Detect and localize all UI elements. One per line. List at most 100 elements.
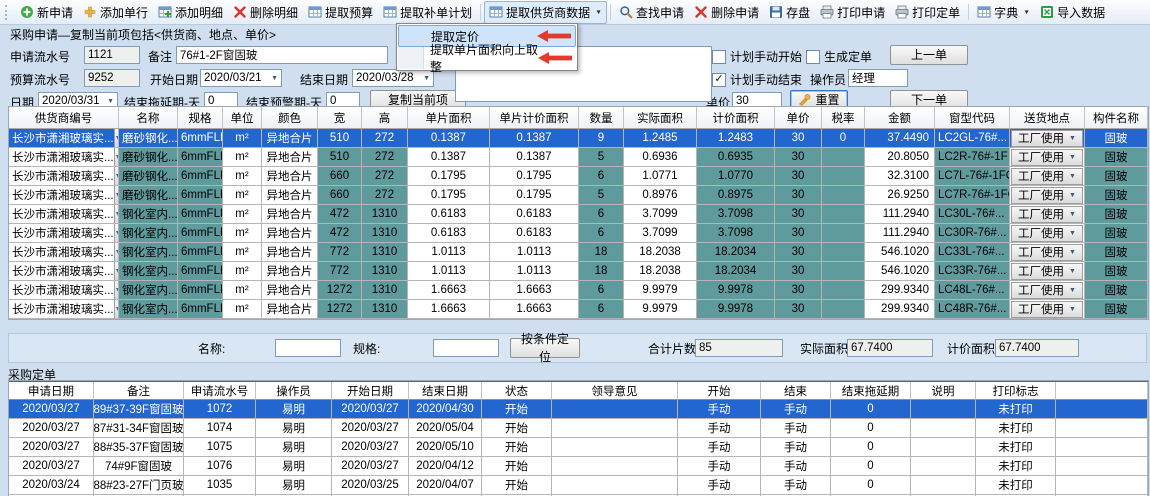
grid-cell[interactable]: 长沙市潇湘玻璃实...▼: [9, 205, 119, 224]
plan-manual-end-checkbox[interactable]: ✓计划手动结束: [712, 71, 802, 88]
column-header[interactable]: 领导意见: [552, 382, 678, 400]
grid-cell[interactable]: 长沙市潇湘玻璃实...▼: [9, 167, 119, 186]
grid-cell[interactable]: 2020/03/27: [332, 419, 409, 438]
grid-cell[interactable]: 660: [318, 186, 362, 205]
grid-cell[interactable]: 钢化室内...: [119, 300, 178, 319]
grid-cell[interactable]: [822, 281, 865, 300]
grid-cell[interactable]: 272: [362, 148, 408, 167]
grid-cell[interactable]: 开始: [482, 457, 552, 476]
grid-cell[interactable]: [552, 438, 678, 457]
column-header[interactable]: 颜色: [262, 107, 318, 129]
grid-cell[interactable]: 272: [362, 129, 408, 148]
grid-cell[interactable]: 1.6663: [408, 300, 490, 319]
grid-cell[interactable]: 异地合片: [262, 129, 318, 148]
delivery-location-combo[interactable]: 工厂使用▼: [1011, 206, 1083, 223]
column-header[interactable]: 结束日期: [409, 382, 482, 400]
grid-cell[interactable]: 6: [579, 224, 624, 243]
grid-cell[interactable]: 1.2485: [624, 129, 697, 148]
grid-cell[interactable]: [822, 148, 865, 167]
grid-cell[interactable]: 30: [775, 148, 822, 167]
grid-cell[interactable]: 手动: [678, 400, 761, 419]
grid-cell[interactable]: 手动: [761, 476, 831, 495]
grid-cell[interactable]: 0.6183: [490, 205, 579, 224]
grid-cell[interactable]: 111.2940: [865, 224, 935, 243]
grid-cell[interactable]: 磨砂钢化...: [119, 167, 178, 186]
grid-cell[interactable]: 0.6936: [624, 148, 697, 167]
grid-cell[interactable]: 异地合片: [262, 205, 318, 224]
grid-cell[interactable]: 1.0113: [408, 262, 490, 281]
chevron-down-icon[interactable]: ▼: [268, 75, 281, 82]
grid-cell[interactable]: 未打印: [976, 400, 1056, 419]
plan-manual-start-checkbox[interactable]: 计划手动开始: [712, 48, 802, 65]
grid-cell[interactable]: [1056, 438, 1148, 457]
grid-cell[interactable]: m²: [223, 167, 262, 186]
grid-cell[interactable]: 异地合片: [262, 167, 318, 186]
chevron-down-icon[interactable]: ▼: [104, 98, 117, 105]
grid-cell[interactable]: 772: [318, 243, 362, 262]
column-header[interactable]: 状态: [482, 382, 552, 400]
table-row[interactable]: 长沙市潇湘玻璃实...▼钢化室内...6mmFLE...m²异地合片127213…: [9, 281, 1148, 300]
grid-cell[interactable]: 异地合片: [262, 300, 318, 319]
grid-cell[interactable]: [822, 186, 865, 205]
grid-cell[interactable]: 9.9979: [624, 281, 697, 300]
extract-unit-area-round-up-menu-item[interactable]: 提取单片面积向上取整: [398, 47, 576, 69]
grid-cell[interactable]: 2020/04/07: [409, 476, 482, 495]
delivery-location-combo[interactable]: 工厂使用▼: [1011, 149, 1083, 166]
column-header[interactable]: 送货地点: [1010, 107, 1085, 129]
locate-by-condition-button[interactable]: 按条件定位: [510, 338, 580, 358]
column-header[interactable]: 开始: [678, 382, 761, 400]
grid-cell[interactable]: 18.2034: [697, 262, 775, 281]
grid-cell[interactable]: LC7L-76#-1FO: [935, 167, 1010, 186]
grid-cell[interactable]: 异地合片: [262, 262, 318, 281]
operator-input[interactable]: [848, 69, 908, 87]
extract-supplier-data-button[interactable]: 提取供货商数据▼: [484, 1, 607, 24]
grid-cell[interactable]: 工厂使用▼: [1010, 262, 1085, 281]
grid-cell[interactable]: 1310: [362, 300, 408, 319]
grid-cell[interactable]: 6mmFLE...: [178, 148, 223, 167]
grid-cell[interactable]: 手动: [678, 476, 761, 495]
end-date-combo[interactable]: 2020/03/28▼: [352, 69, 434, 87]
grid-cell[interactable]: [822, 262, 865, 281]
chevron-down-icon[interactable]: ▼: [420, 75, 433, 82]
grid-cell[interactable]: 2020/03/27: [332, 400, 409, 419]
grid-cell[interactable]: 0.1795: [408, 186, 490, 205]
delivery-location-combo[interactable]: 工厂使用▼: [1011, 130, 1083, 147]
grid-cell[interactable]: 5: [579, 186, 624, 205]
grid-cell[interactable]: 30: [775, 167, 822, 186]
grid-cell[interactable]: 未打印: [976, 476, 1056, 495]
grid-cell[interactable]: 开始: [482, 476, 552, 495]
add-single-row-button[interactable]: 添加单行: [78, 1, 153, 24]
dictionary-button[interactable]: 字典▼: [972, 1, 1035, 24]
table-row[interactable]: 长沙市潇湘玻璃实...▼磨砂钢化...6mmFLE...m²异地合片510272…: [9, 148, 1148, 167]
grid-cell[interactable]: 手动: [761, 400, 831, 419]
grid-cell[interactable]: 30: [775, 243, 822, 262]
grid-cell[interactable]: 手动: [678, 457, 761, 476]
grid-cell[interactable]: 30: [775, 224, 822, 243]
grid-cell[interactable]: 6mmFLE...: [178, 186, 223, 205]
column-header[interactable]: 实际面积: [624, 107, 697, 129]
plan-manual-start-checkbox-box[interactable]: [712, 50, 726, 64]
grid-cell[interactable]: [552, 400, 678, 419]
grid-cell[interactable]: 3.7098: [697, 205, 775, 224]
grid-cell[interactable]: 0.8976: [624, 186, 697, 205]
grid-cell[interactable]: 长沙市潇湘玻璃实...▼: [9, 281, 119, 300]
column-header[interactable]: 供货商编号: [9, 107, 119, 129]
grid-cell[interactable]: m²: [223, 262, 262, 281]
grid-cell[interactable]: 钢化室内...: [119, 205, 178, 224]
grid-cell[interactable]: 工厂使用▼: [1010, 224, 1085, 243]
grid-cell[interactable]: 1.0770: [697, 167, 775, 186]
grid-cell[interactable]: 0.1387: [408, 129, 490, 148]
table-row[interactable]: 长沙市潇湘玻璃实...▼磨砂钢化...6mmFLE...m²异地合片660272…: [9, 186, 1148, 205]
grid-cell[interactable]: 0.6183: [408, 205, 490, 224]
grid-cell[interactable]: 2020/03/25: [332, 476, 409, 495]
grid-cell[interactable]: 0: [831, 457, 911, 476]
grid-cell[interactable]: [822, 167, 865, 186]
table-row[interactable]: 长沙市潇湘玻璃实...▼钢化室内...6mmFLE...m²异地合片472131…: [9, 224, 1148, 243]
grid-cell[interactable]: 异地合片: [262, 243, 318, 262]
column-header[interactable]: 名称: [119, 107, 178, 129]
grid-cell[interactable]: 固玻: [1085, 129, 1148, 148]
column-header[interactable]: 申请日期: [9, 382, 94, 400]
grid-cell[interactable]: 0.1795: [490, 167, 579, 186]
serial-input[interactable]: [84, 46, 140, 64]
grid-cell[interactable]: 272: [362, 167, 408, 186]
